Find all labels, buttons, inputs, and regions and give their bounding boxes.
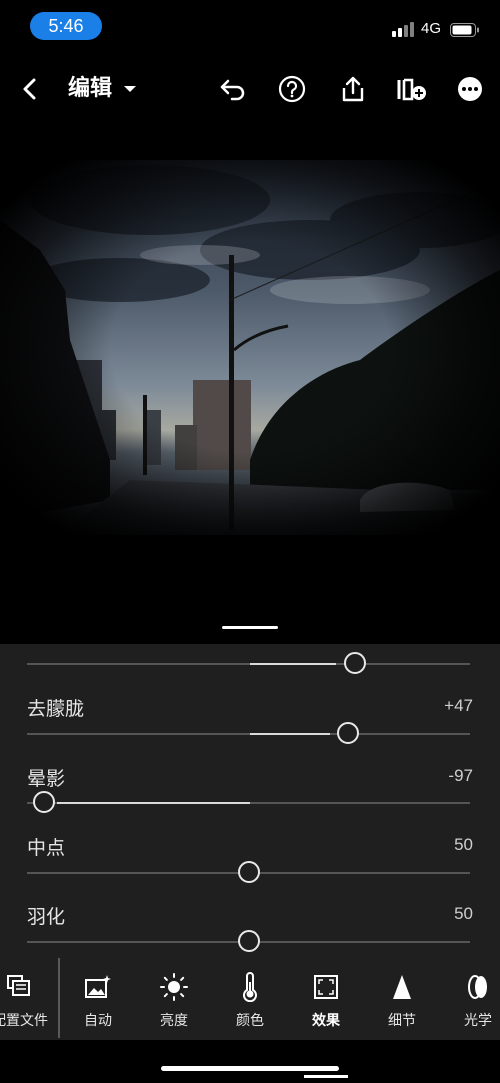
- detail-triangle-icon: [364, 972, 440, 1002]
- tab-color[interactable]: 颜色: [212, 960, 288, 1040]
- tab-detail[interactable]: 细节: [364, 960, 440, 1040]
- auto-magic-icon: [60, 972, 136, 1002]
- dehaze-slider-row: 去朦胧 +47: [0, 694, 500, 764]
- vignette-slider-row: 晕影 -97: [0, 764, 500, 834]
- tab-label: 光学: [464, 1013, 492, 1029]
- thermometer-icon: [212, 972, 288, 1002]
- feather-thumb[interactable]: [238, 930, 260, 952]
- photo-canvas[interactable]: [0, 160, 500, 535]
- slider-fill: [250, 663, 336, 665]
- status-time: 5:46: [30, 12, 102, 40]
- panel-drag-handle[interactable]: [222, 626, 278, 629]
- optics-lens-icon: [440, 972, 500, 1002]
- network-type: 4G: [421, 20, 442, 37]
- midpoint-label: 中点: [27, 837, 66, 859]
- tab-divider: [58, 958, 60, 1038]
- dehaze-track[interactable]: [27, 733, 470, 735]
- feather-value[interactable]: 50: [454, 904, 473, 924]
- midpoint-value[interactable]: 50: [454, 835, 473, 855]
- dehaze-fill: [250, 733, 330, 735]
- tab-auto[interactable]: 自动: [60, 960, 136, 1040]
- help-icon[interactable]: [272, 62, 312, 116]
- tab-light[interactable]: 亮度: [136, 960, 212, 1040]
- profiles-icon: [0, 972, 58, 1002]
- effects-square-icon: [288, 972, 364, 1002]
- home-indicator: [161, 1066, 339, 1071]
- feather-label: 羽化: [27, 906, 66, 928]
- battery-icon: [450, 22, 479, 37]
- tab-effects[interactable]: 效果: [288, 960, 364, 1040]
- slider-track[interactable]: [27, 663, 470, 665]
- dehaze-label: 去朦胧: [27, 698, 85, 720]
- cell-signal-icon: [392, 21, 416, 37]
- edit-title[interactable]: 编辑: [68, 62, 112, 116]
- slider-thumb[interactable]: [344, 652, 366, 674]
- vignette-fill: [57, 802, 250, 804]
- title-dropdown-icon[interactable]: [110, 62, 150, 116]
- dehaze-value[interactable]: +47: [444, 696, 473, 716]
- dehaze-thumb[interactable]: [337, 722, 359, 744]
- edit-toolbar: 编辑: [0, 62, 500, 116]
- midpoint-thumb[interactable]: [238, 861, 260, 883]
- effects-panel: 去朦胧 +47 晕影 -97 中点 50 羽化 50: [0, 644, 500, 960]
- add-preset-icon[interactable]: [392, 62, 432, 116]
- feather-slider-row: 羽化 50: [0, 902, 500, 960]
- vignette-value[interactable]: -97: [448, 766, 473, 786]
- sun-brightness-icon: [136, 972, 212, 1002]
- more-icon[interactable]: [450, 62, 490, 116]
- active-tab-indicator: [304, 1075, 348, 1078]
- back-chevron-icon[interactable]: [10, 62, 50, 116]
- tab-optics[interactable]: 光学: [440, 960, 500, 1040]
- vignette-thumb[interactable]: [33, 791, 55, 813]
- midpoint-slider-row: 中点 50: [0, 833, 500, 903]
- edit-tab-bar: 配置文件 自动 亮度 颜色 效果 细节 光学: [0, 960, 500, 1040]
- partial-slider[interactable]: [0, 644, 500, 674]
- status-bar: 5:46 4G: [0, 0, 500, 50]
- vignette-label: 晕影: [27, 768, 66, 790]
- undo-icon[interactable]: [213, 62, 253, 116]
- share-icon[interactable]: [333, 62, 373, 116]
